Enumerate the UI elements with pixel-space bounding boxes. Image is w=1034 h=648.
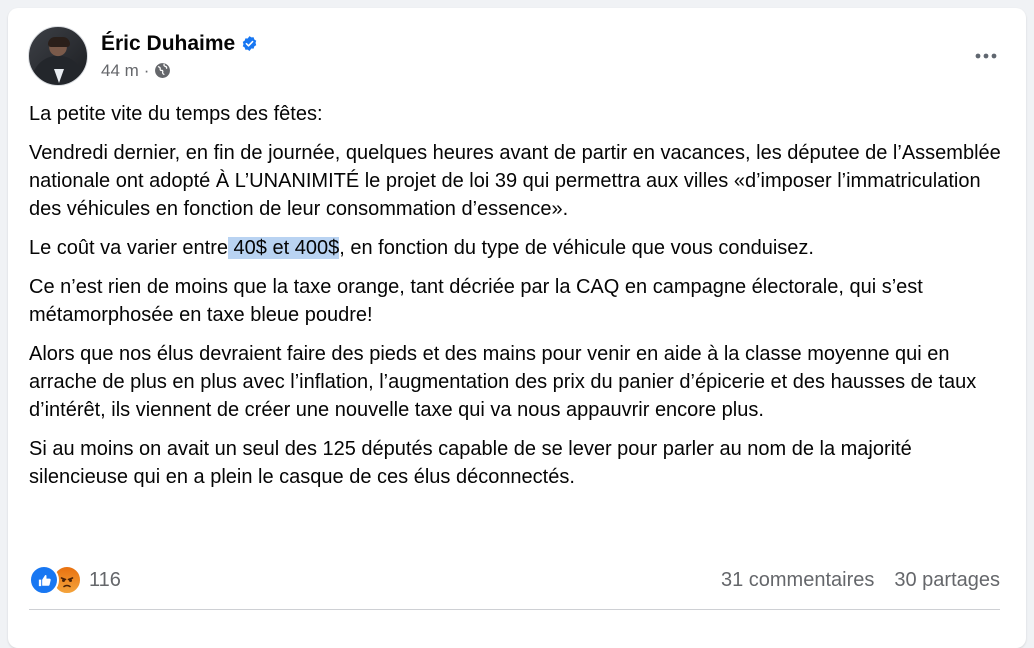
post-body: La petite vite du temps des fêtes: Vendr… [29, 100, 1004, 502]
meta-separator: · [143, 60, 150, 80]
avatar-collar [54, 69, 64, 83]
avatar[interactable] [28, 26, 88, 86]
post-paragraph-2: Vendredi dernier, en fin de journée, que… [29, 142, 1001, 220]
shares-link[interactable]: 30 partages [894, 569, 1000, 592]
post-footer: 116 31 commentaires 30 partages [29, 562, 1000, 598]
verified-badge-icon [241, 35, 258, 52]
post-meta: 44 m · [101, 60, 258, 82]
footer-divider [29, 609, 1000, 610]
paragraph-3-start: Le coût va varier entre [29, 237, 228, 259]
post-paragraph-4: Ce n’est rien de moins que la taxe orang… [29, 276, 923, 326]
comments-link[interactable]: 31 commentaires [721, 569, 874, 592]
more-options-button[interactable] [968, 38, 1004, 74]
reaction-count: 116 [89, 568, 121, 591]
paragraph-3-end: , en fonction du type de véhicule que vo… [339, 237, 814, 259]
post-paragraph-3: Le coût va varier entre 40$ et 400$, en … [29, 234, 1004, 262]
like-icon [29, 565, 59, 595]
post-paragraph-5: Alors que nos élus devraient faire des p… [29, 343, 977, 421]
highlighted-selection: 40$ et 400$ [228, 237, 340, 259]
globe-icon[interactable] [154, 62, 171, 79]
post-paragraph-1: La petite vite du temps des fêtes: [29, 103, 323, 125]
author-block: Éric Duhaime 44 m · [101, 31, 258, 82]
avatar-hair [48, 37, 70, 47]
author-name[interactable]: Éric Duhaime [101, 31, 235, 57]
post-card: Éric Duhaime 44 m · La petite vite du te… [8, 8, 1026, 648]
post-header: Éric Duhaime 44 m · [28, 26, 258, 86]
post-paragraph-6: Si au moins on avait un seul des 125 dép… [29, 438, 912, 488]
engagement-stats: 31 commentaires 30 partages [721, 569, 1000, 592]
more-horizontal-icon [975, 53, 997, 59]
author-row: Éric Duhaime [101, 31, 258, 57]
reactions-summary[interactable]: 116 [29, 565, 121, 595]
post-timestamp[interactable]: 44 m [101, 60, 139, 82]
